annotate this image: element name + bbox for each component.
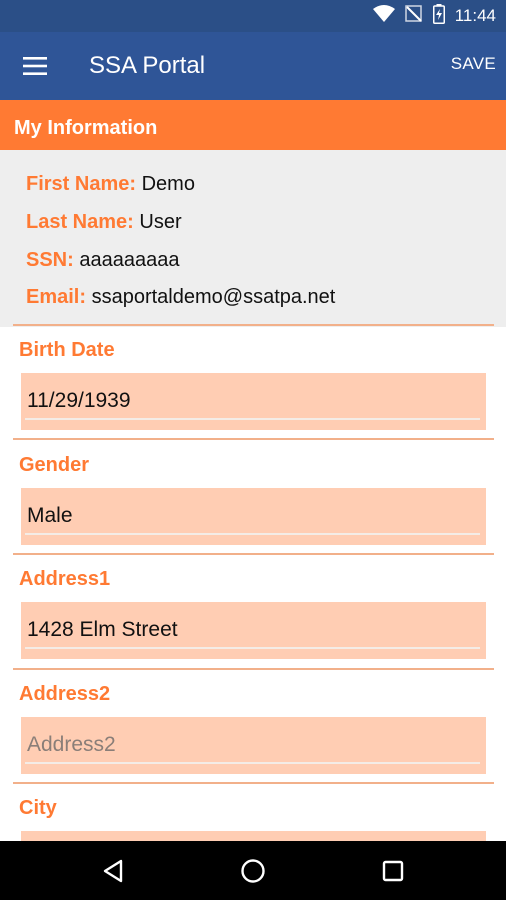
input-underline xyxy=(25,418,480,420)
address2-label: Address2 xyxy=(19,683,111,705)
menu-icon xyxy=(23,57,47,75)
first-name-label: First Name: xyxy=(26,173,137,195)
email-value: ssaportaldemo@ssatpa.net xyxy=(91,286,336,308)
back-button[interactable] xyxy=(93,851,133,891)
address1-value: 1428 Elm Street xyxy=(27,618,178,641)
section-title: My Information xyxy=(14,117,158,139)
info-panel: First Name: Demo Last Name: User SSN: aa… xyxy=(0,150,506,327)
city-label: City xyxy=(19,797,57,819)
status-time: 11:44 xyxy=(454,6,496,25)
gender-input[interactable]: Male xyxy=(21,488,486,545)
screen: 11:44 SSA Portal SAVE My Information Fir… xyxy=(0,0,506,900)
address2-input[interactable]: Address2 xyxy=(21,717,486,774)
app-bar: SSA Portal SAVE xyxy=(0,32,506,100)
divider xyxy=(13,668,494,670)
app-title: SSA Portal xyxy=(89,52,206,79)
battery-icon xyxy=(432,3,445,29)
home-button[interactable] xyxy=(233,851,273,891)
last-name-label: Last Name: xyxy=(26,211,134,233)
gender-value: Male xyxy=(27,504,73,527)
first-name-row: First Name: Demo xyxy=(26,173,195,196)
first-name-value: Demo xyxy=(141,173,195,195)
divider xyxy=(13,553,494,555)
birth-date-value: 11/29/1939 xyxy=(27,389,131,412)
email-label: Email: xyxy=(26,286,87,308)
divider xyxy=(13,324,494,326)
navigation-bar xyxy=(0,841,506,900)
save-button[interactable]: SAVE xyxy=(451,54,496,74)
input-underline xyxy=(25,533,480,535)
address1-label: Address1 xyxy=(19,568,111,590)
last-name-row: Last Name: User xyxy=(26,211,182,234)
wifi-icon xyxy=(372,4,395,28)
email-row: Email: ssaportaldemo@ssatpa.net xyxy=(26,286,335,309)
gender-label: Gender xyxy=(19,454,90,476)
birth-date-label: Birth Date xyxy=(19,339,115,361)
back-icon xyxy=(103,859,123,883)
ssn-row: SSN: aaaaaaaaa xyxy=(26,249,179,272)
address1-input[interactable]: 1428 Elm Street xyxy=(21,602,486,659)
section-header: My Information xyxy=(0,100,506,150)
birth-date-input[interactable]: 11/29/1939 xyxy=(21,373,486,430)
divider xyxy=(13,438,494,440)
last-name-value: User xyxy=(139,211,182,233)
recents-button[interactable] xyxy=(373,851,413,891)
input-underline xyxy=(25,647,480,649)
recents-icon xyxy=(382,860,404,882)
input-underline xyxy=(25,762,480,764)
divider xyxy=(13,782,494,784)
status-bar: 11:44 xyxy=(0,0,506,32)
no-signal-icon xyxy=(404,4,423,28)
menu-button[interactable] xyxy=(15,46,55,86)
status-icons: 11:44 xyxy=(372,3,496,29)
address2-placeholder: Address2 xyxy=(27,733,116,756)
home-icon xyxy=(241,859,265,883)
ssn-value: aaaaaaaaa xyxy=(79,249,180,271)
ssn-label: SSN: xyxy=(26,249,74,271)
